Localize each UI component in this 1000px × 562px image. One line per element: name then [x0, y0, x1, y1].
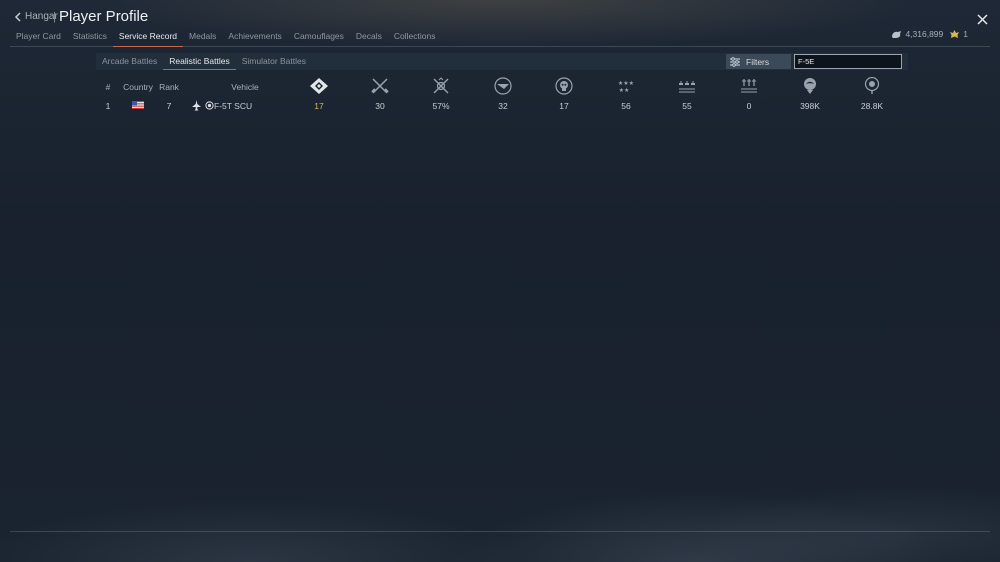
silver-lions-icon — [892, 30, 902, 38]
tab-achievements[interactable]: Achievements — [222, 29, 287, 47]
chevron-left-icon — [14, 11, 21, 22]
footer-divider — [10, 531, 990, 532]
stat-ground-kills: 55 — [682, 101, 692, 111]
air-kills-icon[interactable]: ★★★ ★★ — [616, 77, 636, 100]
col-header-country[interactable]: Country — [123, 82, 153, 92]
title-separator: | — [53, 11, 56, 23]
vehicle-search-input[interactable] — [794, 54, 902, 69]
stat-naval-kills: 0 — [746, 101, 752, 111]
tab-statistics[interactable]: Statistics — [67, 29, 113, 47]
battles-icon[interactable] — [370, 77, 390, 100]
row-index: 1 — [105, 101, 111, 111]
tab-medals[interactable]: Medals — [183, 29, 222, 47]
row-vehicle-name: F-5T SCU — [214, 101, 253, 111]
usa-flag-icon — [132, 101, 144, 109]
tab-service-record[interactable]: Service Record — [112, 29, 184, 47]
victories-icon[interactable] — [309, 77, 329, 100]
svg-text:★★★: ★★★ — [618, 80, 634, 87]
lions-icon[interactable] — [862, 76, 882, 100]
close-icon — [977, 14, 988, 25]
tab-decals[interactable]: Decals — [350, 29, 388, 47]
stat-battles: 30 — [375, 101, 385, 111]
sliders-icon — [730, 56, 740, 67]
page-title: Player Profile — [59, 8, 149, 25]
ground-kills-icon[interactable] — [677, 77, 697, 100]
back-button[interactable]: Hangar — [14, 11, 58, 22]
mode-arcade-battles[interactable]: Arcade Battles — [96, 54, 163, 69]
stat-air-kills: 56 — [621, 101, 631, 111]
svg-text:★★: ★★ — [619, 87, 630, 94]
stat-win-rate: 57% — [432, 101, 450, 111]
stat-victories: 17 — [314, 101, 324, 111]
naval-kills-icon[interactable] — [739, 77, 759, 100]
currency-display: 4,316,899 1 — [891, 29, 968, 39]
top-bar: Hangar | Player Profile Player Card Stat… — [0, 0, 1000, 48]
win-rate-icon[interactable] — [431, 77, 451, 100]
col-header-index: # — [105, 82, 111, 92]
respawns-icon[interactable] — [493, 77, 513, 100]
tab-collections[interactable]: Collections — [388, 29, 442, 47]
deaths-icon[interactable] — [554, 77, 574, 100]
col-header-rank[interactable]: Rank — [159, 82, 179, 92]
stat-respawns: 32 — [498, 101, 508, 111]
experience-icon[interactable] — [800, 77, 820, 100]
premium-marker-icon — [205, 101, 214, 110]
close-button[interactable] — [977, 12, 988, 30]
filters-button[interactable]: Filters — [726, 54, 791, 69]
golden-eagles-value: 1 — [963, 29, 968, 39]
stat-deaths: 17 — [559, 101, 569, 111]
mode-realistic-battles[interactable]: Realistic Battles — [163, 54, 236, 70]
tab-camouflages[interactable]: Camouflages — [288, 29, 350, 47]
filters-label: Filters — [746, 56, 770, 67]
golden-eagles-icon — [950, 30, 960, 38]
header-divider — [10, 46, 990, 47]
tab-player-card[interactable]: Player Card — [10, 29, 67, 47]
row-rank: 7 — [166, 101, 172, 111]
jet-fighter-icon — [192, 100, 201, 111]
silver-lions-value: 4,316,899 — [905, 29, 944, 39]
profile-tabs: Player Card Statistics Service Record Me… — [10, 29, 441, 47]
col-header-vehicle[interactable]: Vehicle — [231, 82, 258, 92]
stat-experience: 398K — [800, 101, 820, 111]
stat-lions: 28.8K — [860, 101, 884, 111]
mode-simulator-battles[interactable]: Simulator Battles — [236, 54, 312, 69]
